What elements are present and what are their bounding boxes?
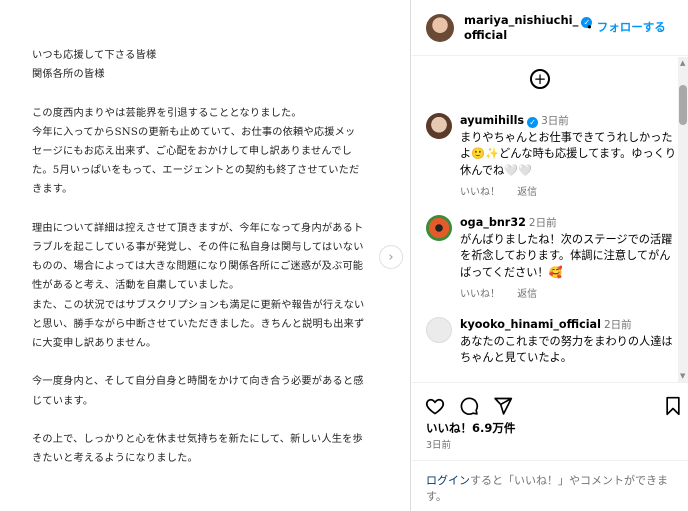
commenter-username[interactable]: kyooko_hinami_official [460, 318, 601, 331]
post-text-line: 理由について詳細は控えさせて頂きますが、今年になって身内があるト [32, 222, 364, 234]
likes-count[interactable]: いいね！6.9万件 [426, 420, 515, 436]
post-header: mariya_nishiuchi_ ✓ official • フォローする [412, 0, 688, 56]
post-text-line: セージにもお応え出来ず、ご心配をおかけして申し訳ありませんでし [32, 146, 352, 157]
post-text-line: 今年に入ってからSNSの更新も止めていて、お仕事の依頼や応援メッ [32, 126, 356, 138]
post-text-line: また、この状況ではサブスクリプションも満足に更新や報告が行えない [32, 299, 365, 311]
post-date: 3日前 [426, 440, 452, 451]
bookmark-icon[interactable] [662, 395, 684, 417]
next-image-button[interactable]: › [379, 245, 403, 269]
scrollbar-thumb[interactable] [679, 85, 687, 125]
scroll-up-icon[interactable]: ▲ [680, 59, 685, 67]
follow-label: フォローする [596, 20, 666, 34]
comment-text: あなたのこれまでの努力をまわりの人達はちゃんと見ていたよ。 [460, 334, 673, 365]
commenter-username[interactable]: ayumihills [460, 114, 524, 127]
username-line-1: mariya_nishiuchi_ [464, 13, 579, 27]
avatar[interactable] [426, 14, 454, 42]
comment-like-button[interactable]: いいね！ [460, 289, 500, 300]
scroll-down-icon[interactable]: ▼ [680, 372, 685, 380]
commenter-avatar[interactable] [426, 317, 452, 343]
comment-text: まりやちゃんとお仕事できてうれしかったよ🙂✨どんな時も応援してます。ゆっくり休ん… [460, 130, 677, 177]
post-side-panel: mariya_nishiuchi_ ✓ official • フォローする + ay… [412, 0, 688, 511]
chevron-right-icon: › [388, 249, 394, 265]
comment-reply-button[interactable]: 返信 [517, 187, 537, 198]
post-text-line: 性があると考え、活動を自粛していました。 [32, 280, 240, 292]
load-more-comments-icon[interactable]: + [530, 69, 550, 89]
comments-list: + ayumihills ✓ 3日前 まりやちゃんとお仕事できてうれしかったよ🙂✨ど… [412, 57, 678, 382]
post-text-line: 今一度身内と、そして自分自身と時間をかけて向き合う必要があると感 [32, 376, 364, 388]
comment-icon[interactable] [458, 395, 480, 417]
post-text-line: じています。 [32, 395, 94, 407]
commenter-username[interactable]: oga_bnr32 [460, 216, 526, 229]
post-text-line: この度西内まりやは芸能界を引退することとなりました。 [32, 107, 302, 119]
post-announcement-text: いつも応援して下さる皆様 関係各所の皆様この度西内まりやは芸能界を引退することとな… [32, 46, 382, 468]
comments-scrollbar[interactable]: ▲ ▼ [678, 57, 688, 382]
post-text-line: た。5月いっぱいをもって、エージェントとの契約も終了させていただ [32, 165, 360, 177]
post-text-line: と思い、勝手ながら中断させていただきました。きちんと説明も出来ず [32, 318, 365, 330]
comment-time: 2日前 [603, 319, 632, 331]
comment-time: 2日前 [528, 217, 557, 229]
post-text-line: ラブルを起こしている事が発覚し、その件に私自身は関与してはいない [32, 242, 364, 253]
follow-button[interactable]: • フォローする [586, 19, 666, 35]
username-line-2: official [464, 28, 508, 42]
verified-badge-icon: ✓ [527, 117, 539, 128]
separator-dot: • [586, 20, 593, 34]
post-text-line: きます。 [32, 184, 73, 196]
share-icon[interactable] [492, 395, 514, 417]
comment-reply-button[interactable]: 返信 [517, 289, 537, 300]
heart-icon[interactable] [424, 395, 446, 417]
username-link[interactable]: mariya_nishiuchi_ ✓ official [464, 13, 593, 43]
post-image: いつも応援して下さる皆様 関係各所の皆様この度西内まりやは芸能界を引退することとな… [0, 0, 411, 511]
post-text-line: その上で、しっかりと心を休ませ気持ちを新たにして、新しい人生を歩 [32, 434, 363, 445]
commenter-avatar[interactable] [426, 113, 452, 139]
comment-like-button[interactable]: いいね！ [460, 187, 500, 198]
login-prompt: ログインすると「いいね！」やコメントができます。 [412, 460, 688, 511]
post-text-line: きたいと考えるようになりました。 [32, 453, 198, 465]
commenter-avatar[interactable] [426, 215, 452, 241]
post-text-line: ものの、場合によっては大きな問題になり関係各所にご迷惑が及ぶ可能 [32, 261, 364, 273]
post-text-line: いつも応援して下さる皆様 [32, 50, 157, 61]
post-text-line: に大変申し訳ありません。 [32, 338, 157, 350]
comment-time: 3日前 [541, 115, 569, 127]
post-text-line: 関係各所の皆様 [32, 69, 105, 81]
comment-text: がんばりましたね！次のステージでの活躍を祈念しております。体調に注意してがんばっ… [460, 232, 673, 279]
login-link[interactable]: ログイン [426, 474, 470, 487]
